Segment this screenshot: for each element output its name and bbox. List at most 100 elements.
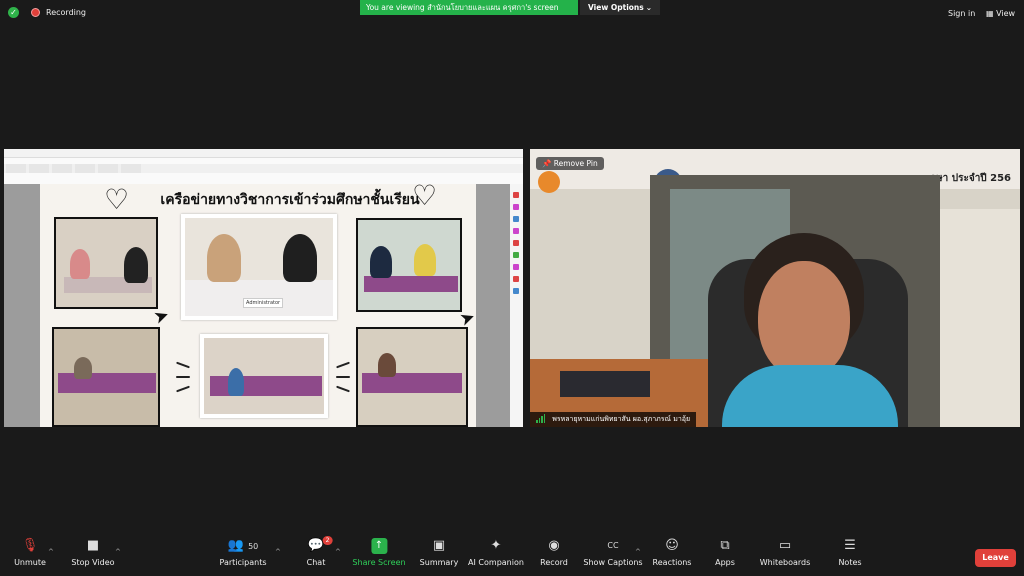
participant-video-tile[interactable]: กษา ประจำปี 256 📌 Remove Pin พรหลายุหามแ… [530, 149, 1020, 427]
ai-companion-button[interactable]: ✦ AI Companion [468, 538, 524, 567]
tool-icon[interactable] [513, 228, 519, 234]
record-icon: ◉ [548, 538, 560, 553]
top-bar: ✓ Recording You are viewing สำนักนโยบายแ… [0, 0, 1024, 26]
name-placard: Administrator [243, 298, 284, 308]
chevron-up-icon[interactable]: ^ [275, 548, 281, 556]
photo-person [414, 244, 436, 276]
photo-frame: Administrator [181, 214, 337, 320]
mic-muted-icon: 🎙 [21, 538, 39, 553]
unmute-button[interactable]: 🎙 Unmute [14, 538, 46, 567]
show-captions-label: Show Captions [583, 558, 643, 567]
whiteboards-label: Whiteboards [759, 558, 811, 567]
chevron-up-icon[interactable]: ^ [115, 548, 121, 556]
photo-person [283, 234, 317, 282]
shared-screen[interactable]: ♡ ♡ เครือข่ายทางวิชาการเข้าร่วมศึกษาชั้น… [4, 149, 523, 427]
camera-icon: ■ [86, 538, 100, 553]
apps-label: Apps [715, 558, 735, 567]
captions-icon: CC [607, 541, 619, 550]
pin-icon: 📌 [542, 159, 554, 168]
apps-button[interactable]: ⧉ Apps [715, 538, 735, 567]
participant-name-label: พรหลายุหามแก่นพิทยาสัน ผอ.สุภาภรณ์ มาอุ้… [530, 412, 697, 427]
stop-video-label: Stop Video [71, 558, 115, 567]
view-grid-icon: ▦ [986, 9, 997, 18]
meeting-toolbar: 🎙 Unmute ^ ■ Stop Video ^ 👥 50 Participa… [0, 536, 1024, 576]
whiteboard-icon: ▭ [778, 538, 792, 553]
photo-person [370, 246, 392, 278]
tool-icon[interactable] [513, 240, 519, 246]
record-dot-icon [31, 8, 40, 17]
chat-badge: 2 [322, 536, 333, 545]
sparkle-icon: ✦ [490, 538, 502, 553]
photo-frame [54, 217, 158, 309]
record-button[interactable]: ◉ Record [540, 538, 568, 567]
doodle-line [176, 385, 190, 393]
view-options-label: View Options [588, 3, 644, 12]
summary-icon: ▣ [432, 538, 446, 553]
photo-table [58, 373, 156, 393]
record-label: Record [540, 558, 568, 567]
chat-button[interactable]: 💬 2 Chat [306, 536, 333, 567]
view-label: View [996, 9, 1016, 18]
photo-frame [356, 218, 462, 312]
chevron-up-icon[interactable]: ^ [48, 548, 54, 556]
doodle-line [176, 376, 190, 378]
notes-button[interactable]: ☰ Notes [838, 538, 861, 567]
person-shirt [722, 365, 898, 427]
leave-button[interactable]: Leave [975, 549, 1016, 567]
photo-frame [200, 334, 328, 418]
remove-pin-label: Remove Pin [553, 159, 598, 168]
acrobat-tab [52, 164, 72, 173]
school-logo-icon [538, 171, 560, 193]
participant-name: พรหลายุหามแก่นพิทยาสัน ผอ.สุภาภรณ์ มาอุ้… [552, 415, 691, 423]
tool-icon[interactable] [513, 252, 519, 258]
view-options-button[interactable]: View Options ⌄ [580, 0, 660, 15]
chat-label: Chat [306, 558, 326, 567]
summary-button[interactable]: ▣ Summary [420, 538, 459, 567]
unmute-label: Unmute [14, 558, 46, 567]
tool-icon[interactable] [513, 264, 519, 270]
photo-table [364, 276, 458, 292]
document-page: ♡ ♡ เครือข่ายทางวิชาการเข้าร่วมศึกษาชั้น… [40, 182, 478, 427]
participants-icon: 👥 50 [227, 538, 259, 553]
photo-person [228, 368, 244, 396]
photo-person [207, 234, 241, 282]
tool-icon[interactable] [513, 288, 519, 294]
whiteboards-button[interactable]: ▭ Whiteboards [760, 538, 811, 567]
sign-in-link[interactable]: Sign in [948, 9, 975, 18]
view-button[interactable]: ▦ View [986, 9, 1015, 18]
backdrop-wall [940, 209, 1020, 427]
tool-icon[interactable] [513, 216, 519, 222]
backdrop-text: กษา ประจำปี 256 [930, 173, 1012, 184]
stop-video-button[interactable]: ■ Stop Video [71, 538, 114, 567]
photo-person [70, 249, 90, 279]
doodle-line [336, 361, 350, 369]
participants-button[interactable]: 👥 50 Participants [220, 538, 267, 567]
notes-icon: ☰ [844, 538, 856, 553]
photo-table [210, 376, 322, 396]
security-shield-icon[interactable]: ✓ [8, 7, 19, 18]
ai-companion-label: AI Companion [468, 558, 524, 567]
acrobat-tab [98, 164, 118, 173]
tool-icon[interactable] [513, 192, 519, 198]
photo-table [362, 373, 462, 393]
share-screen-button[interactable]: ↑ Share Screen [352, 538, 406, 567]
share-screen-label: Share Screen [352, 558, 406, 567]
chevron-up-icon[interactable]: ^ [635, 548, 641, 556]
viewing-banner: You are viewing สำนักนโยบายและแผน ครุศกา… [360, 0, 578, 15]
recording-indicator[interactable]: Recording [31, 8, 86, 17]
acrobat-tab [6, 164, 26, 173]
reactions-button[interactable]: ☺ Reactions [653, 538, 692, 567]
tool-icon[interactable] [513, 204, 519, 210]
acrobat-title-bar [4, 149, 523, 158]
tool-icon[interactable] [513, 276, 519, 282]
chevron-down-icon: ⌄ [645, 3, 652, 12]
desk-box [560, 371, 650, 397]
acrobat-tab [75, 164, 95, 173]
doodle-line [176, 361, 190, 369]
participants-count: 50 [248, 542, 259, 551]
remove-pin-button[interactable]: 📌 Remove Pin [536, 157, 604, 170]
apps-icon: ⧉ [720, 538, 730, 553]
chevron-up-icon[interactable]: ^ [335, 548, 341, 556]
show-captions-button[interactable]: CC Show Captions [583, 538, 642, 567]
doodle-line [336, 376, 350, 378]
